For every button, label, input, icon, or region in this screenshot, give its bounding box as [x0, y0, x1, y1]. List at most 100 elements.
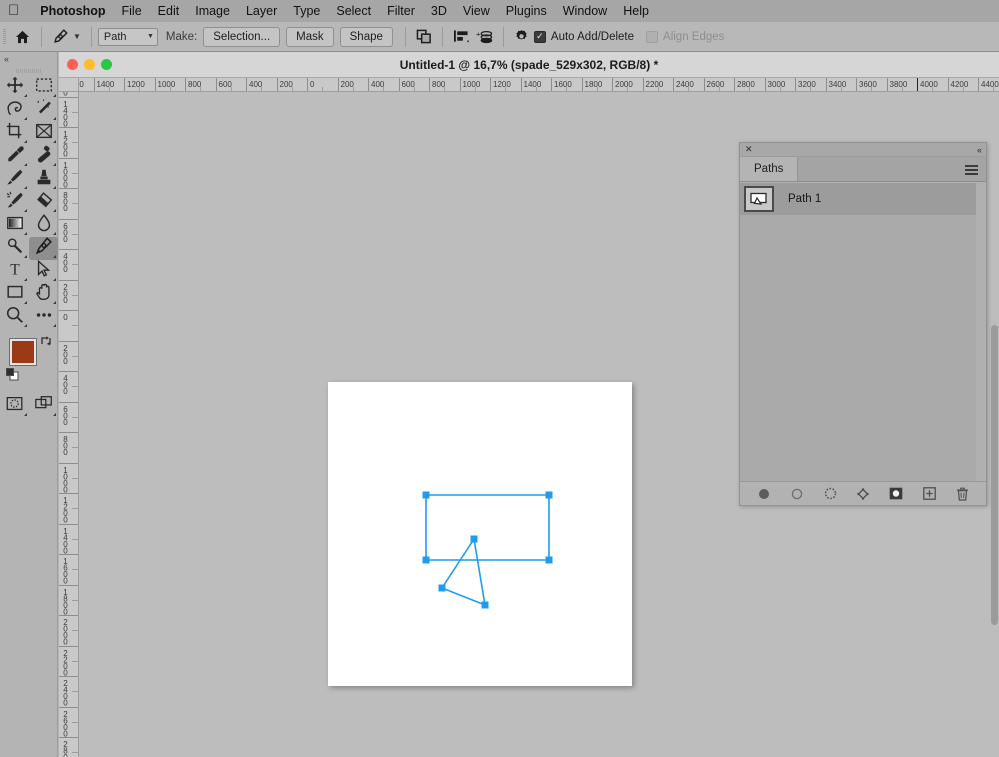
frame-tool[interactable]: [29, 122, 58, 145]
minimize-window-button[interactable]: [84, 59, 95, 70]
dodge-tool[interactable]: [0, 237, 29, 260]
tool-expand-corner-icon[interactable]: [53, 413, 56, 416]
path-selection-tool[interactable]: [29, 259, 58, 283]
menu-item-file[interactable]: File: [114, 4, 150, 18]
healing-brush-tool[interactable]: [29, 145, 58, 168]
make-work-path-button[interactable]: [855, 486, 871, 502]
lasso-tool[interactable]: [0, 99, 29, 122]
menu-item-3d[interactable]: 3D: [423, 4, 455, 18]
tool-expand-corner-icon[interactable]: [53, 186, 56, 189]
screen-mode-button[interactable]: [29, 395, 58, 418]
gear-icon[interactable]: [510, 26, 534, 48]
delete-path-button[interactable]: [954, 486, 970, 502]
close-window-button[interactable]: [67, 59, 78, 70]
tool-expand-corner-icon[interactable]: [53, 232, 56, 235]
swap-colors-icon[interactable]: [40, 335, 52, 350]
tool-expand-corner-icon[interactable]: [24, 117, 27, 120]
menu-item-view[interactable]: View: [455, 4, 498, 18]
tool-expand-corner-icon[interactable]: [24, 209, 27, 212]
app-scrollbar[interactable]: [991, 325, 998, 625]
tool-expand-corner-icon[interactable]: [24, 324, 27, 327]
load-selection-button[interactable]: [822, 486, 838, 502]
rectangle-subpath[interactable]: [422, 491, 553, 564]
brush-tool[interactable]: [0, 168, 29, 191]
rectangle-tool[interactable]: [0, 283, 29, 306]
align-edges-checkbox[interactable]: [646, 30, 659, 43]
anchor-point[interactable]: [481, 601, 489, 609]
collapse-panel-icon[interactable]: «: [977, 145, 982, 155]
make-shape-button[interactable]: Shape: [339, 26, 393, 47]
tool-expand-corner-icon[interactable]: [24, 140, 27, 143]
tool-expand-corner-icon[interactable]: [53, 163, 56, 166]
fill-path-button[interactable]: [756, 486, 772, 502]
new-path-button[interactable]: [921, 486, 937, 502]
apple-logo-icon[interactable]: : [8, 3, 19, 20]
tool-expand-corner-icon[interactable]: [24, 301, 27, 304]
edit-toolbar[interactable]: [29, 306, 58, 329]
marquee-tool[interactable]: [29, 76, 58, 99]
tool-expand-corner-icon[interactable]: [24, 232, 27, 235]
crop-tool[interactable]: [0, 122, 29, 145]
move-tool[interactable]: [0, 76, 29, 99]
anchor-point[interactable]: [470, 535, 478, 543]
document-title-bar[interactable]: Untitled-1 @ 16,7% (spade_529x302, RGB/8…: [59, 52, 999, 78]
chevron-down-icon[interactable]: ▼: [73, 32, 81, 41]
menu-item-type[interactable]: Type: [285, 4, 328, 18]
tool-expand-corner-icon[interactable]: [24, 413, 27, 416]
tool-expand-corner-icon[interactable]: [24, 94, 27, 97]
stroke-path-button[interactable]: [789, 486, 805, 502]
current-tool-button[interactable]: ▼: [48, 28, 85, 45]
tool-expand-corner-icon[interactable]: [24, 163, 27, 166]
menu-item-image[interactable]: Image: [187, 4, 238, 18]
clone-stamp-tool[interactable]: [29, 168, 58, 191]
anchor-point[interactable]: [545, 491, 553, 499]
tool-expand-corner-icon[interactable]: [24, 186, 27, 189]
panel-menu-icon[interactable]: [965, 165, 978, 177]
foreground-color-swatch[interactable]: [10, 339, 36, 365]
tool-expand-corner-icon[interactable]: [53, 209, 56, 212]
add-mask-button[interactable]: [888, 486, 904, 502]
menu-item-window[interactable]: Window: [555, 4, 615, 18]
tool-expand-corner-icon[interactable]: [24, 255, 27, 258]
type-tool[interactable]: T: [0, 260, 29, 283]
quick-mask-button[interactable]: [0, 395, 29, 418]
menu-item-plugins[interactable]: Plugins: [498, 4, 555, 18]
menu-item-select[interactable]: Select: [328, 4, 379, 18]
magic-wand-tool[interactable]: [29, 99, 58, 122]
anchor-point[interactable]: [422, 556, 430, 564]
eraser-tool[interactable]: [29, 191, 58, 214]
path-alignment-icon[interactable]: [449, 26, 473, 48]
panel-scrollbar[interactable]: [976, 183, 986, 481]
tool-expand-corner-icon[interactable]: [24, 278, 27, 281]
tool-expand-corner-icon[interactable]: [53, 278, 56, 281]
triangle-subpath[interactable]: [438, 535, 489, 609]
history-brush-tool[interactable]: [0, 191, 29, 214]
auto-add-delete-checkbox[interactable]: ✓: [533, 30, 546, 43]
make-selection-button[interactable]: Selection...: [203, 26, 281, 47]
menu-item-help[interactable]: Help: [615, 4, 657, 18]
tool-expand-corner-icon[interactable]: [53, 140, 56, 143]
tool-expand-corner-icon[interactable]: [53, 255, 56, 258]
path-mode-select[interactable]: ShapePathPixels: [97, 27, 158, 46]
tool-expand-corner-icon[interactable]: [53, 117, 56, 120]
tool-expand-corner-icon[interactable]: [53, 324, 56, 327]
tool-expand-corner-icon[interactable]: [53, 94, 56, 97]
menu-item-edit[interactable]: Edit: [150, 4, 188, 18]
path-arrangement-icon[interactable]: +: [473, 26, 497, 48]
home-icon[interactable]: [9, 30, 35, 44]
zoom-tool[interactable]: [0, 306, 29, 329]
zoom-window-button[interactable]: [101, 59, 112, 70]
menu-item-filter[interactable]: Filter: [379, 4, 423, 18]
anchor-point[interactable]: [422, 491, 430, 499]
tool-expand-corner-icon[interactable]: [53, 301, 56, 304]
eyedropper-tool[interactable]: [0, 145, 29, 168]
anchor-point[interactable]: [545, 556, 553, 564]
make-mask-button[interactable]: Mask: [286, 26, 334, 47]
gradient-tool[interactable]: [0, 214, 29, 237]
close-icon[interactable]: ✕: [745, 145, 753, 154]
menu-item-layer[interactable]: Layer: [238, 4, 285, 18]
paths-list[interactable]: Path 1: [740, 183, 986, 481]
blur-tool[interactable]: [29, 214, 58, 237]
pen-tool[interactable]: [29, 237, 58, 260]
tab-paths[interactable]: Paths: [740, 157, 799, 181]
